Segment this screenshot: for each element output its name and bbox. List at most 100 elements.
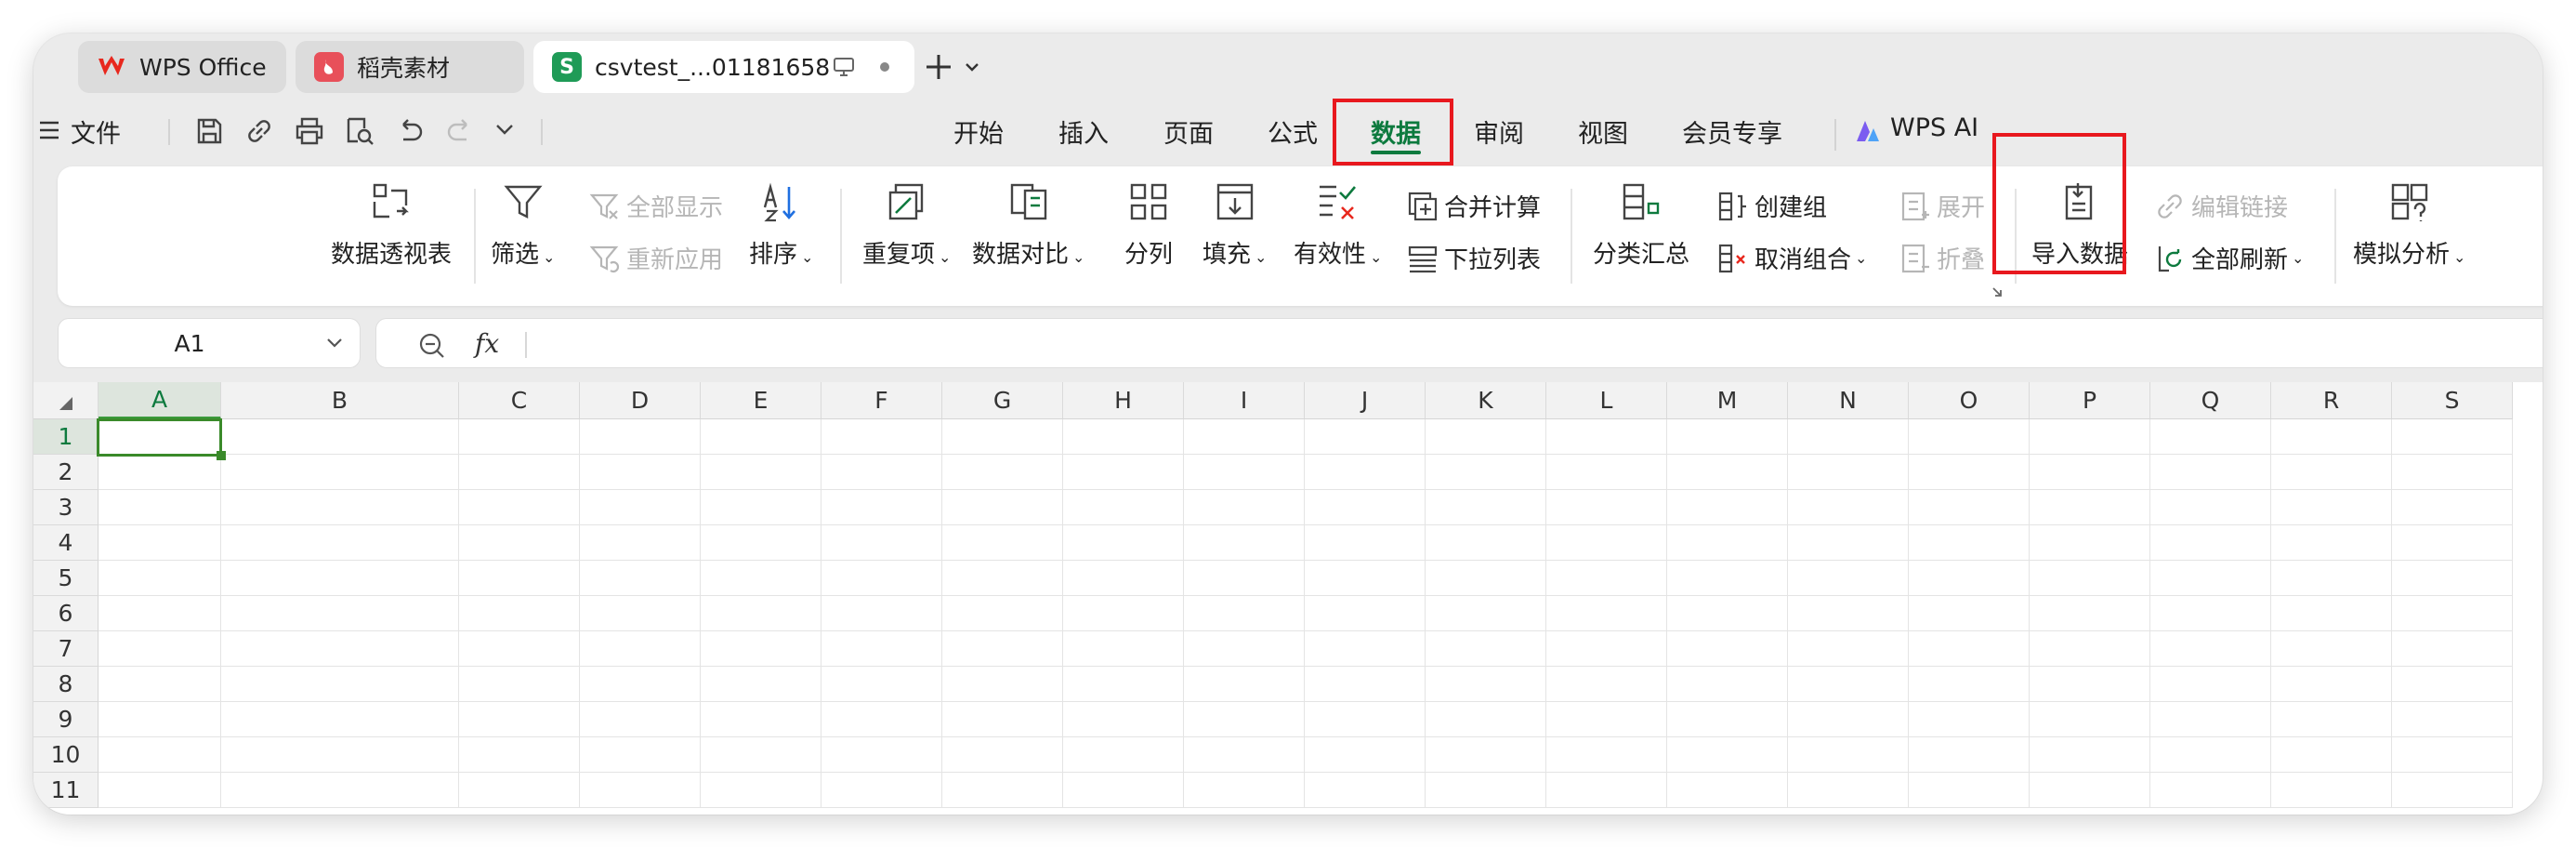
cell-p6[interactable] bbox=[2030, 596, 2150, 631]
cell-l2[interactable] bbox=[1546, 455, 1667, 490]
cell-a5[interactable] bbox=[99, 561, 221, 596]
cell-f2[interactable] bbox=[821, 455, 942, 490]
column-header-m[interactable]: M bbox=[1667, 382, 1788, 419]
chevron-down-icon[interactable] bbox=[494, 121, 515, 139]
cell-h6[interactable] bbox=[1063, 596, 1184, 631]
cell-a3[interactable] bbox=[99, 490, 221, 525]
cell-s7[interactable] bbox=[2392, 631, 2513, 667]
column-header-f[interactable]: F bbox=[821, 382, 942, 419]
cell-o6[interactable] bbox=[1909, 596, 2030, 631]
cell-q5[interactable] bbox=[2150, 561, 2271, 596]
column-header-b[interactable]: B bbox=[221, 382, 459, 419]
cell-c6[interactable] bbox=[459, 596, 580, 631]
cell-c9[interactable] bbox=[459, 702, 580, 737]
cell-h4[interactable] bbox=[1063, 525, 1184, 561]
cell-i1[interactable] bbox=[1184, 419, 1305, 455]
cell-r6[interactable] bbox=[2271, 596, 2392, 631]
column-header-a[interactable]: A bbox=[99, 382, 221, 419]
cell-b5[interactable] bbox=[221, 561, 459, 596]
cell-k8[interactable] bbox=[1426, 667, 1546, 702]
cell-k9[interactable] bbox=[1426, 702, 1546, 737]
row-header-2[interactable]: 2 bbox=[33, 455, 99, 490]
cell-r8[interactable] bbox=[2271, 667, 2392, 702]
cell-d8[interactable] bbox=[580, 667, 701, 702]
cell-g10[interactable] bbox=[942, 737, 1063, 773]
cell-k7[interactable] bbox=[1426, 631, 1546, 667]
menu-wps-ai[interactable]: WPS AI bbox=[1890, 113, 1978, 142]
cell-r1[interactable] bbox=[2271, 419, 2392, 455]
select-all-corner[interactable] bbox=[33, 382, 99, 419]
cell-n5[interactable] bbox=[1788, 561, 1909, 596]
consolidate-button[interactable]: 合并计算 bbox=[1407, 189, 1541, 223]
cell-o11[interactable] bbox=[1909, 773, 2030, 808]
cell-j10[interactable] bbox=[1305, 737, 1426, 773]
cell-n2[interactable] bbox=[1788, 455, 1909, 490]
cell-d2[interactable] bbox=[580, 455, 701, 490]
plus-icon[interactable] bbox=[924, 52, 953, 82]
cell-e5[interactable] bbox=[701, 561, 821, 596]
cell-o8[interactable] bbox=[1909, 667, 2030, 702]
reapply-button[interactable]: 重新应用 bbox=[589, 241, 723, 275]
tab-wps-office[interactable]: WPS Office bbox=[78, 41, 286, 93]
file-menu[interactable]: 文件 bbox=[71, 113, 121, 150]
expand-button[interactable]: 展开 bbox=[1899, 189, 1985, 223]
cell-q2[interactable] bbox=[2150, 455, 2271, 490]
cell-q6[interactable] bbox=[2150, 596, 2271, 631]
cell-o7[interactable] bbox=[1909, 631, 2030, 667]
cell-a4[interactable] bbox=[99, 525, 221, 561]
cell-i10[interactable] bbox=[1184, 737, 1305, 773]
cell-j4[interactable] bbox=[1305, 525, 1426, 561]
cell-d6[interactable] bbox=[580, 596, 701, 631]
cell-m9[interactable] bbox=[1667, 702, 1788, 737]
cell-o9[interactable] bbox=[1909, 702, 2030, 737]
cell-b3[interactable] bbox=[221, 490, 459, 525]
cell-s6[interactable] bbox=[2392, 596, 2513, 631]
cell-p2[interactable] bbox=[2030, 455, 2150, 490]
menu-home[interactable]: 开始 bbox=[953, 113, 1004, 150]
cell-l10[interactable] bbox=[1546, 737, 1667, 773]
cell-a10[interactable] bbox=[99, 737, 221, 773]
cell-k10[interactable] bbox=[1426, 737, 1546, 773]
split-column-button[interactable]: 分列 bbox=[1124, 179, 1173, 270]
cell-l8[interactable] bbox=[1546, 667, 1667, 702]
cell-h9[interactable] bbox=[1063, 702, 1184, 737]
cell-q8[interactable] bbox=[2150, 667, 2271, 702]
cell-j1[interactable] bbox=[1305, 419, 1426, 455]
cell-a9[interactable] bbox=[99, 702, 221, 737]
cell-b7[interactable] bbox=[221, 631, 459, 667]
cell-i6[interactable] bbox=[1184, 596, 1305, 631]
menu-view[interactable]: 视图 bbox=[1578, 113, 1628, 150]
cell-q9[interactable] bbox=[2150, 702, 2271, 737]
row-header-1[interactable]: 1 bbox=[33, 419, 99, 455]
cell-q1[interactable] bbox=[2150, 419, 2271, 455]
cell-p5[interactable] bbox=[2030, 561, 2150, 596]
cell-g7[interactable] bbox=[942, 631, 1063, 667]
cell-f3[interactable] bbox=[821, 490, 942, 525]
cell-b4[interactable] bbox=[221, 525, 459, 561]
cell-c4[interactable] bbox=[459, 525, 580, 561]
cell-n3[interactable] bbox=[1788, 490, 1909, 525]
row-header-9[interactable]: 9 bbox=[33, 702, 99, 737]
data-compare-button[interactable]: 数据对比 ⌄ bbox=[972, 179, 1084, 270]
cell-p9[interactable] bbox=[2030, 702, 2150, 737]
cell-g3[interactable] bbox=[942, 490, 1063, 525]
cell-n8[interactable] bbox=[1788, 667, 1909, 702]
cell-g8[interactable] bbox=[942, 667, 1063, 702]
print-preview-icon[interactable] bbox=[344, 115, 375, 147]
cell-b2[interactable] bbox=[221, 455, 459, 490]
cell-e7[interactable] bbox=[701, 631, 821, 667]
monitor-icon[interactable] bbox=[833, 57, 855, 77]
cell-p11[interactable] bbox=[2030, 773, 2150, 808]
cell-m3[interactable] bbox=[1667, 490, 1788, 525]
cell-r11[interactable] bbox=[2271, 773, 2392, 808]
cell-r9[interactable] bbox=[2271, 702, 2392, 737]
row-header-4[interactable]: 4 bbox=[33, 525, 99, 561]
cell-c5[interactable] bbox=[459, 561, 580, 596]
cell-j8[interactable] bbox=[1305, 667, 1426, 702]
cell-h8[interactable] bbox=[1063, 667, 1184, 702]
unsaved-dot-icon[interactable] bbox=[879, 61, 890, 73]
cell-r5[interactable] bbox=[2271, 561, 2392, 596]
redo-icon[interactable] bbox=[444, 115, 476, 147]
cell-d1[interactable] bbox=[580, 419, 701, 455]
cell-c7[interactable] bbox=[459, 631, 580, 667]
